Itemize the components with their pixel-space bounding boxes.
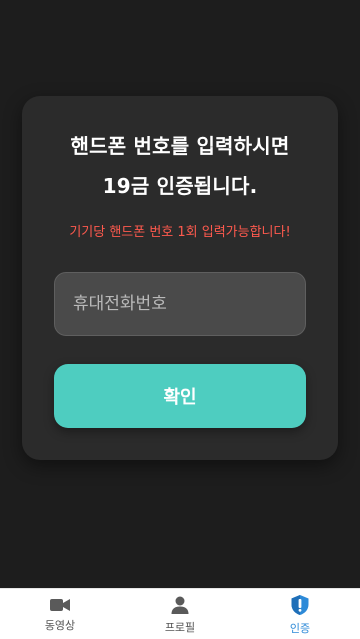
nav-label-verify: 인증 (289, 621, 311, 635)
verification-card: 핸드폰 번호를 입력하시면 19금 인증됩니다. 기기당 핸드폰 번호 1회 입… (22, 96, 338, 460)
video-camera-icon (49, 597, 71, 613)
shield-icon (290, 594, 310, 616)
card-title-line2: 19금 인증됩니다. (102, 174, 258, 198)
card-title-line1: 핸드폰 번호를 입력하시면 (70, 134, 290, 158)
nav-label-video: 동영상 (44, 618, 76, 632)
nav-item-profile[interactable]: 프로필 (120, 589, 240, 639)
verification-screen: 핸드폰 번호를 입력하시면 19금 인증됩니다. 기기당 핸드폰 번호 1회 입… (0, 0, 360, 639)
nav-item-verify[interactable]: 인증 (240, 589, 360, 639)
phone-number-input[interactable] (54, 272, 306, 336)
nav-label-profile: 프로필 (164, 620, 196, 634)
limit-notice: 기기당 핸드폰 번호 1회 입력가능합니다! (69, 225, 291, 240)
nav-item-video[interactable]: 동영상 (0, 589, 120, 639)
confirm-button[interactable]: 확인 (54, 364, 306, 428)
bottom-nav: 동영상 프로필 인증 (0, 588, 360, 639)
person-icon (170, 595, 190, 615)
